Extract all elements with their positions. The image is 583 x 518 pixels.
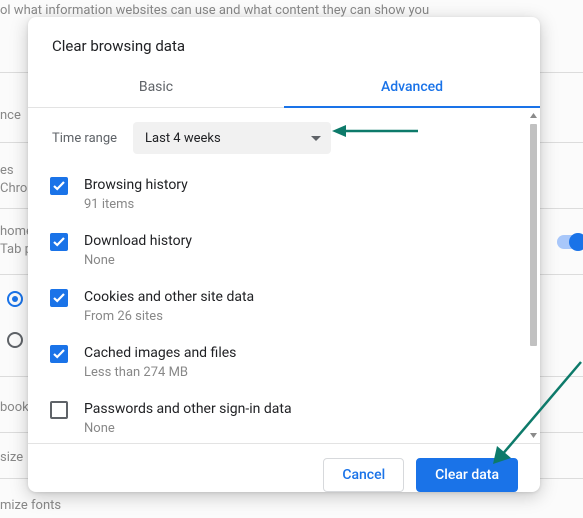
item-text: Browsing history91 items	[84, 175, 188, 214]
checkbox[interactable]	[50, 345, 68, 363]
item-title: Passwords and other sign-in data	[84, 399, 292, 419]
list-item: Browsing history91 items	[50, 168, 524, 224]
time-range-label: Time range	[52, 131, 117, 146]
item-subtitle: None	[84, 252, 192, 270]
list-item: Download historyNone	[50, 224, 524, 280]
checkbox[interactable]	[50, 233, 68, 251]
item-subtitle: 91 items	[84, 196, 188, 214]
scroll-up-icon[interactable]	[530, 112, 537, 119]
list-item: Cached images and filesLess than 274 MB	[50, 336, 524, 392]
dialog-footer: Cancel Clear data	[28, 443, 540, 492]
clear-browsing-data-dialog: Clear browsing data Basic Advanced Time …	[28, 17, 540, 492]
item-title: Browsing history	[84, 175, 188, 195]
item-title: Download history	[84, 231, 192, 251]
time-range-row: Time range Last 4 weeks	[28, 108, 528, 168]
list-item: Cookies and other site dataFrom 26 sites	[50, 280, 524, 336]
bg-text: size	[0, 450, 23, 465]
scroll-down-icon[interactable]	[530, 432, 537, 439]
bg-text: ol what information websites can use and…	[0, 3, 429, 18]
tab-bar: Basic Advanced	[28, 69, 540, 108]
clear-data-button[interactable]: Clear data	[416, 458, 518, 492]
checkbox-list: Browsing history91 items Download history…	[28, 168, 528, 443]
checkbox[interactable]	[50, 289, 68, 307]
bg-text: book	[0, 400, 29, 415]
dialog-title: Clear browsing data	[28, 17, 540, 69]
checkbox[interactable]	[50, 401, 68, 419]
bg-text: nce	[0, 108, 21, 123]
item-text: Download historyNone	[84, 231, 192, 270]
dialog-body: Time range Last 4 weeks Browsing history…	[28, 108, 540, 443]
scroll-thumb[interactable]	[530, 124, 537, 346]
toggle-switch	[557, 234, 583, 253]
scroll-area: Time range Last 4 weeks Browsing history…	[28, 108, 528, 443]
item-text: Cached images and filesLess than 274 MB	[84, 343, 236, 382]
radio-selected	[7, 291, 23, 307]
item-subtitle: None	[84, 420, 292, 438]
bg-text: es	[0, 163, 14, 178]
radio-unselected	[7, 332, 23, 348]
chevron-down-icon	[311, 131, 321, 146]
bg-text: Chro	[0, 181, 27, 196]
time-range-value: Last 4 weeks	[145, 131, 221, 146]
tab-basic[interactable]: Basic	[28, 69, 284, 107]
item-title: Cookies and other site data	[84, 287, 254, 307]
cancel-button[interactable]: Cancel	[323, 458, 404, 492]
bg-text: mize fonts	[0, 498, 61, 513]
item-title: Cached images and files	[84, 343, 236, 363]
list-item: Passwords and other sign-in dataNone	[50, 392, 524, 443]
item-subtitle: Less than 274 MB	[84, 364, 236, 382]
checkbox[interactable]	[50, 177, 68, 195]
time-range-select[interactable]: Last 4 weeks	[133, 122, 331, 154]
item-text: Passwords and other sign-in dataNone	[84, 399, 292, 438]
item-subtitle: From 26 sites	[84, 308, 254, 326]
item-text: Cookies and other site dataFrom 26 sites	[84, 287, 254, 326]
tab-advanced[interactable]: Advanced	[284, 69, 540, 107]
scrollbar[interactable]	[530, 112, 537, 439]
